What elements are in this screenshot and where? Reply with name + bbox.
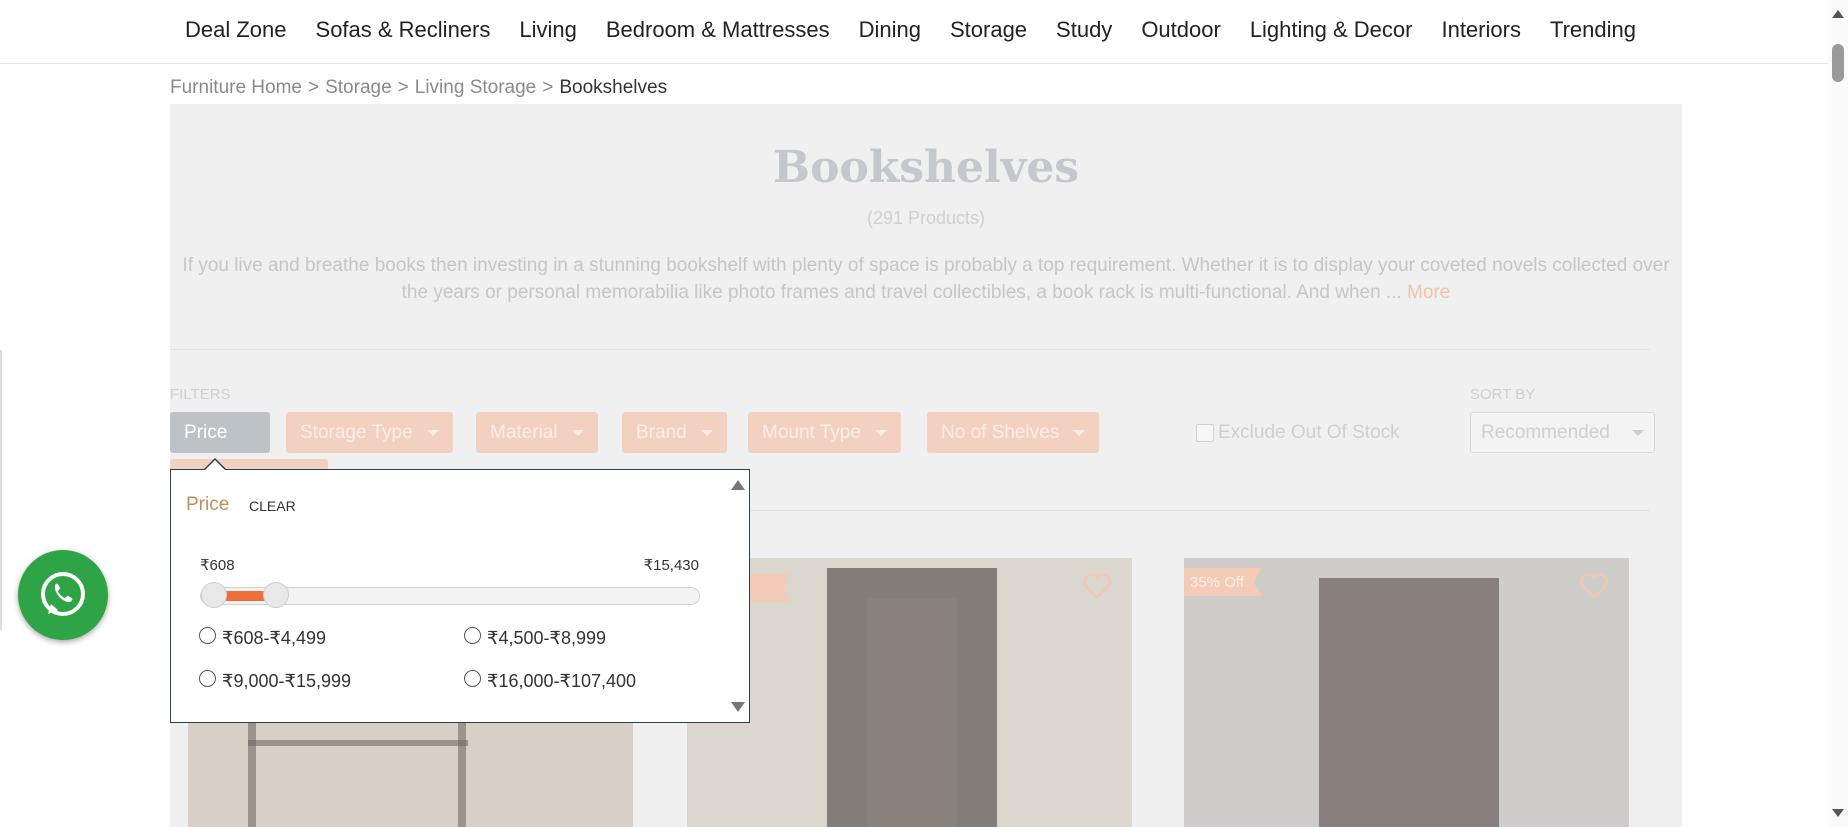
filter-chip-label: Brand — [636, 421, 687, 443]
exclude-out-of-stock-checkbox[interactable] — [1196, 424, 1214, 442]
price-range-max: ₹15,430 — [643, 557, 699, 574]
chevron-down-icon — [1073, 429, 1086, 436]
divider — [730, 510, 1650, 511]
chevron-down-icon — [571, 429, 584, 436]
filter-chip-brand[interactable]: Brand — [622, 412, 727, 453]
heart-icon[interactable] — [1579, 572, 1609, 600]
chevron-down-icon — [874, 429, 887, 436]
price-option-radio[interactable] — [199, 670, 216, 687]
price-clear-button[interactable]: CLEAR — [249, 498, 296, 514]
product-card[interactable] — [188, 710, 633, 827]
heart-icon[interactable] — [1082, 572, 1112, 600]
breadcrumb-link-living-storage[interactable]: Living Storage — [415, 77, 536, 99]
sort-by-label: SORT BY — [1470, 386, 1536, 403]
breadcrumb-separator: > — [308, 77, 320, 98]
filter-chip-label: Material — [490, 421, 558, 443]
filter-chip-price[interactable]: Price — [170, 412, 270, 453]
nav-item-interiors[interactable]: Interiors — [1441, 17, 1520, 43]
chevron-down-icon — [700, 429, 713, 436]
product-count: (291 Products) — [866, 208, 986, 228]
filter-chip-label: Storage Type — [300, 421, 413, 443]
price-slider-handle-max[interactable] — [263, 582, 289, 608]
nav-item-study[interactable]: Study — [1056, 17, 1112, 43]
chevron-down-icon — [1632, 429, 1644, 436]
nav-item-dining[interactable]: Dining — [859, 17, 921, 43]
price-option-radio[interactable] — [464, 627, 481, 644]
product-image-glass — [867, 598, 957, 827]
price-option-label: ₹16,000-₹107,400 — [487, 671, 637, 691]
nav-item-lighting-decor[interactable]: Lighting & Decor — [1250, 17, 1413, 43]
breadcrumb-link-home[interactable]: Furniture Home — [170, 77, 302, 99]
breadcrumb-separator: > — [542, 77, 554, 98]
breadcrumb-link-storage[interactable]: Storage — [325, 77, 392, 99]
price-filter-popup: Price CLEAR ₹608 ₹15,430 ₹608-₹4,499 ₹4,… — [170, 458, 750, 723]
filter-chip-label: Price — [184, 421, 228, 443]
breadcrumb: Furniture Home > Storage > Living Storag… — [170, 77, 667, 99]
exclude-out-of-stock-label: Exclude Out Of Stock — [1218, 422, 1400, 443]
product-image-shelf — [248, 740, 468, 746]
exclude-out-of-stock[interactable]: Exclude Out Of Stock — [1196, 422, 1400, 444]
whatsapp-icon — [41, 572, 85, 616]
sort-selected-value: Recommended — [1481, 421, 1610, 443]
scroll-up-icon[interactable] — [731, 480, 745, 490]
nav-item-bedroom-mattresses[interactable]: Bedroom & Mattresses — [606, 17, 830, 43]
nav-item-sofas-recliners[interactable]: Sofas & Recliners — [316, 17, 491, 43]
chevron-down-icon — [426, 429, 439, 436]
filter-chip-label: Mount Type — [762, 421, 861, 443]
product-image-shelf — [248, 710, 256, 827]
nav-item-living[interactable]: Living — [519, 17, 576, 43]
top-nav: Deal Zone Sofas & Recliners Living Bedro… — [0, 0, 1828, 64]
product-image-shelf — [1334, 628, 1484, 636]
page-scrollbar[interactable] — [1828, 0, 1848, 827]
price-option-radio[interactable] — [199, 627, 216, 644]
scroll-down-icon[interactable] — [1832, 809, 1844, 817]
filter-chip-storage-type[interactable]: Storage Type — [286, 412, 453, 453]
price-range-min: ₹608 — [200, 557, 235, 574]
sort-select[interactable]: Recommended — [1470, 412, 1655, 453]
more-link[interactable]: More — [1407, 282, 1450, 303]
price-option-label: ₹4,500-₹8,999 — [487, 628, 606, 648]
filters-label: FILTERS — [170, 386, 231, 403]
discount-badge: 35% Off — [1184, 568, 1262, 596]
nav-item-outdoor[interactable]: Outdoor — [1141, 17, 1221, 43]
filter-chip-mount-type[interactable]: Mount Type — [748, 412, 901, 453]
page-title: Bookshelves — [772, 142, 1080, 193]
price-range-slider[interactable] — [200, 582, 700, 608]
price-option[interactable]: ₹4,500-₹8,999 — [464, 627, 606, 649]
nav-menu: Deal Zone Sofas & Recliners Living Bedro… — [185, 17, 1665, 43]
scroll-up-icon[interactable] — [1832, 10, 1844, 18]
price-option[interactable]: ₹608-₹4,499 — [199, 627, 326, 649]
product-image-shelf — [1334, 768, 1484, 776]
nav-item-deal-zone[interactable]: Deal Zone — [185, 17, 287, 43]
filter-chip-material[interactable]: Material — [476, 412, 598, 453]
price-option-label: ₹9,000-₹15,999 — [222, 671, 351, 691]
breadcrumb-current: Bookshelves — [559, 77, 668, 98]
popup-pointer-inner — [204, 460, 226, 471]
nav-item-trending[interactable]: Trending — [1550, 17, 1636, 43]
price-slider-handle-min[interactable] — [201, 582, 227, 608]
product-image-shelf — [1334, 698, 1484, 706]
whatsapp-button[interactable] — [18, 550, 108, 640]
divider — [170, 349, 1650, 350]
product-card[interactable]: 35% Off — [1184, 558, 1629, 827]
price-option[interactable]: ₹16,000-₹107,400 — [464, 670, 637, 692]
scrollbar-thumb[interactable] — [1832, 44, 1844, 82]
scroll-down-icon[interactable] — [731, 702, 745, 712]
price-option-radio[interactable] — [464, 670, 481, 687]
filter-chip-no-of-shelves[interactable]: No of Shelves — [927, 412, 1100, 453]
side-tab-edge — [0, 350, 2, 630]
breadcrumb-separator: > — [397, 77, 409, 98]
nav-item-storage[interactable]: Storage — [950, 17, 1027, 43]
product-image-shelf — [458, 710, 466, 827]
filter-chip-label: No of Shelves — [941, 421, 1060, 443]
price-option-label: ₹608-₹4,499 — [222, 628, 326, 648]
category-description: If you live and breathe books then inves… — [180, 252, 1672, 306]
price-option[interactable]: ₹9,000-₹15,999 — [199, 670, 351, 692]
price-popup-title: Price — [186, 494, 230, 515]
